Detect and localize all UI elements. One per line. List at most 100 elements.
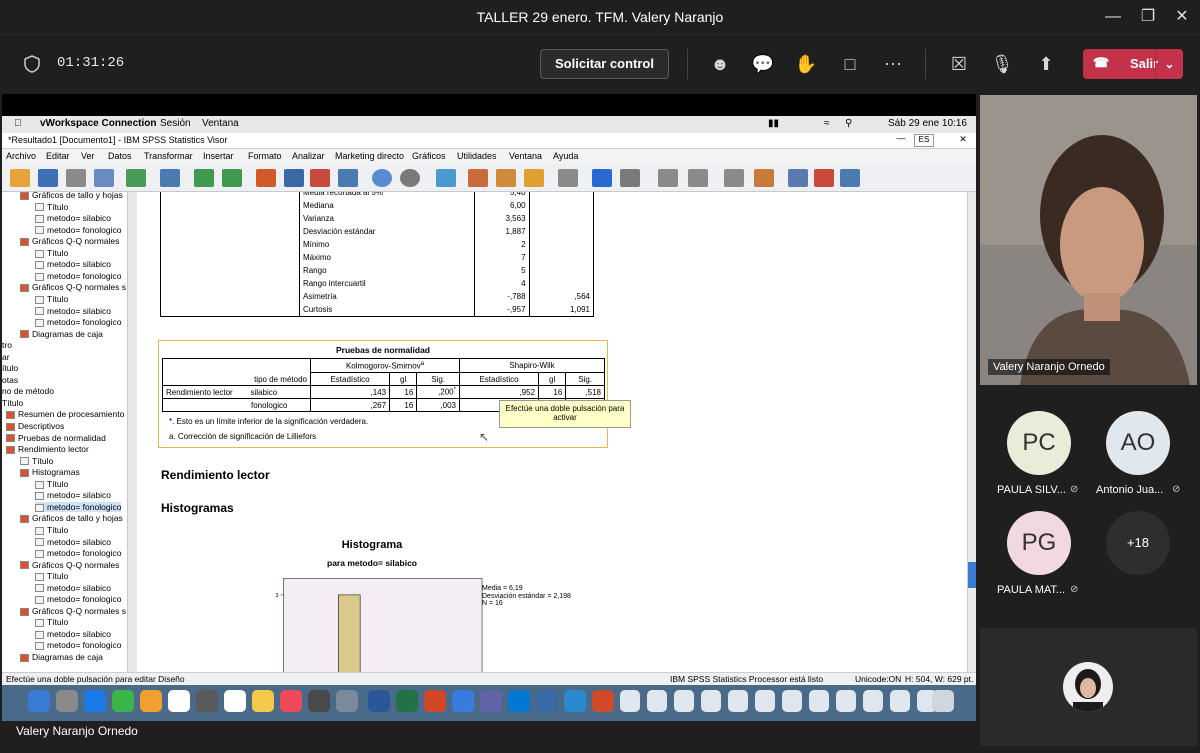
dock-app-icon[interactable] bbox=[196, 690, 218, 712]
maximize-icon[interactable]: ❐ bbox=[1136, 6, 1160, 28]
outline-item[interactable]: Gráficos de tallo y hojas bbox=[20, 192, 123, 200]
insert-title-icon[interactable] bbox=[814, 169, 834, 187]
outline-item[interactable]: Gráficos Q-Q normales bbox=[20, 236, 119, 246]
outline-item[interactable]: no de método bbox=[2, 386, 54, 396]
outline-item[interactable]: Diagramas de caja bbox=[20, 329, 103, 339]
outline-item[interactable]: Título bbox=[20, 456, 53, 466]
insert-chart-icon[interactable] bbox=[496, 169, 516, 187]
menu-ayuda[interactable]: Ayuda bbox=[553, 151, 578, 161]
goto-variable-icon[interactable] bbox=[310, 169, 330, 187]
outline-item[interactable]: metodo= silabico bbox=[35, 259, 111, 269]
outline-item[interactable]: metodo= silabico bbox=[35, 490, 111, 500]
menu-insertar[interactable]: Insertar bbox=[203, 151, 234, 161]
normality-table-frame[interactable]: Pruebas de normalidad tipo de método Kol… bbox=[158, 340, 608, 448]
goto-case-icon[interactable] bbox=[284, 169, 304, 187]
participant-avatar-pg[interactable]: PG bbox=[1007, 511, 1071, 575]
leave-button[interactable]: ☎ Salir ⌄ bbox=[1083, 49, 1183, 79]
outline-item[interactable]: Gráficos Q-Q normales s bbox=[20, 282, 126, 292]
insert-output-icon[interactable] bbox=[468, 169, 488, 187]
outline-scrollbar[interactable] bbox=[127, 192, 137, 672]
dock-document-icon[interactable] bbox=[890, 690, 910, 712]
open-icon[interactable] bbox=[10, 169, 30, 187]
outline-item[interactable]: Resumen de procesamiento bbox=[6, 409, 124, 419]
outline-item[interactable]: tro bbox=[2, 340, 12, 350]
print-icon[interactable] bbox=[66, 169, 86, 187]
insert-heading-icon[interactable] bbox=[788, 169, 808, 187]
outline-item[interactable]: Pruebas de normalidad bbox=[6, 433, 106, 443]
dock-document-icon[interactable] bbox=[782, 690, 802, 712]
menu-archivo[interactable]: Archivo bbox=[6, 151, 36, 161]
speaker-video[interactable]: Valery Naranjo Ornedo bbox=[980, 95, 1197, 385]
mac-menu-sesion[interactable]: Sesión bbox=[160, 118, 191, 129]
outline-item[interactable]: metodo= fonologico bbox=[35, 548, 121, 558]
outline-item[interactable]: metodo= fonologico bbox=[35, 640, 121, 650]
camera-off-icon[interactable]: ☒ bbox=[946, 51, 972, 77]
minimize-icon[interactable]: — bbox=[890, 133, 912, 143]
outline-item[interactable]: Descriptivos bbox=[6, 421, 64, 431]
arrow-left-icon[interactable] bbox=[592, 169, 612, 187]
outline-item[interactable]: Gráficos de tallo y hojas bbox=[20, 513, 123, 523]
dock-app-icon[interactable] bbox=[592, 690, 614, 712]
menu-datos[interactable]: Datos bbox=[108, 151, 132, 161]
trash-icon[interactable] bbox=[932, 690, 954, 712]
dock-app-icon[interactable] bbox=[56, 690, 78, 712]
request-control-button[interactable]: Solicitar control bbox=[540, 49, 669, 79]
minimize-icon[interactable]: — bbox=[1101, 6, 1125, 28]
reactions-icon[interactable]: ✋ bbox=[793, 51, 819, 77]
dock-document-icon[interactable] bbox=[863, 690, 883, 712]
preview-icon[interactable] bbox=[94, 169, 114, 187]
outline-item[interactable]: metodo= silabico bbox=[35, 537, 111, 547]
variables-icon[interactable] bbox=[338, 169, 358, 187]
dock-app-icon[interactable] bbox=[168, 690, 190, 712]
dock-app-icon[interactable] bbox=[536, 690, 558, 712]
dock-app-icon[interactable] bbox=[252, 690, 274, 712]
undo-icon[interactable] bbox=[194, 169, 214, 187]
outline-item[interactable]: Título bbox=[35, 294, 68, 304]
dock-document-icon[interactable] bbox=[755, 690, 775, 712]
close-icon[interactable]: ✕ bbox=[1170, 6, 1194, 28]
outline-item[interactable]: Título bbox=[35, 617, 68, 627]
outline-item[interactable]: metodo= fonologico bbox=[35, 501, 122, 512]
outline-item[interactable]: metodo= fonologico bbox=[35, 317, 121, 327]
menu-marketing[interactable]: Marketing directo bbox=[335, 151, 404, 161]
collapse-icon[interactable] bbox=[688, 169, 708, 187]
language-indicator[interactable]: ES bbox=[914, 134, 934, 147]
share-icon[interactable]: ⬆ bbox=[1033, 51, 1059, 77]
menu-utilidades[interactable]: Utilidades bbox=[457, 151, 497, 161]
outline-item[interactable]: metodo= fonologico bbox=[35, 225, 121, 235]
show-all-icon[interactable] bbox=[372, 169, 392, 187]
dock-app-icon[interactable] bbox=[224, 690, 246, 712]
redo-icon[interactable] bbox=[222, 169, 242, 187]
designate-window-icon[interactable] bbox=[436, 169, 456, 187]
dock-app-icon[interactable] bbox=[424, 690, 446, 712]
menu-graficos[interactable]: Gráficos bbox=[412, 151, 446, 161]
recall-dialog-icon[interactable] bbox=[160, 169, 180, 187]
outline-item[interactable]: metodo= fonologico bbox=[35, 594, 121, 604]
outline-item[interactable]: metodo= silabico bbox=[35, 629, 111, 639]
dock-app-icon[interactable] bbox=[368, 690, 390, 712]
menu-editar[interactable]: Editar bbox=[46, 151, 70, 161]
outline-item[interactable]: Título bbox=[35, 202, 68, 212]
outline-item[interactable]: otas bbox=[2, 375, 18, 385]
menu-transformar[interactable]: Transformar bbox=[144, 151, 193, 161]
expand-icon[interactable] bbox=[658, 169, 678, 187]
outline-item[interactable]: ar bbox=[2, 352, 10, 362]
dock-app-icon[interactable] bbox=[396, 690, 418, 712]
outline-item[interactable]: Diagramas de caja bbox=[20, 652, 103, 662]
hide-item-icon[interactable] bbox=[754, 169, 774, 187]
outline-item[interactable]: Gráficos Q-Q normales s bbox=[20, 606, 126, 616]
dock-app-icon[interactable] bbox=[508, 690, 530, 712]
chevron-down-icon[interactable]: ⌄ bbox=[1155, 49, 1183, 79]
save-icon[interactable] bbox=[38, 169, 58, 187]
mic-off-icon[interactable]: 🎙 bbox=[989, 51, 1015, 77]
menu-ventana[interactable]: Ventana bbox=[509, 151, 542, 161]
self-tile[interactable] bbox=[980, 628, 1197, 746]
outline-item[interactable]: Rendimiento lector bbox=[6, 444, 89, 454]
export-icon[interactable] bbox=[126, 169, 146, 187]
goto-data-icon[interactable] bbox=[256, 169, 276, 187]
dock-app-icon[interactable] bbox=[84, 690, 106, 712]
mac-menu-ventana[interactable]: Ventana bbox=[202, 118, 239, 129]
arrow-right-icon[interactable] bbox=[620, 169, 640, 187]
dock-app-icon[interactable] bbox=[452, 690, 474, 712]
more-participants[interactable]: +18 bbox=[1106, 511, 1170, 575]
